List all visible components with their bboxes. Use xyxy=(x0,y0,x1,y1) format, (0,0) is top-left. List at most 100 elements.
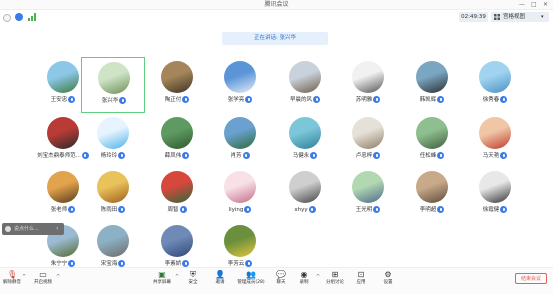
participant-tile[interactable]: 徐秀春 xyxy=(463,57,527,113)
participant-name-row: 张学亮 xyxy=(208,96,272,104)
participant-name: 周智 xyxy=(167,207,179,213)
participant-name: 杨玲玲 xyxy=(100,153,118,159)
mic-icon xyxy=(308,206,316,213)
participant-name-row: 任松峰 xyxy=(400,152,464,160)
emoji-icon[interactable] xyxy=(5,226,11,232)
participant-name: 徐霞健 xyxy=(482,207,500,213)
meeting-timer: 02:49:39 xyxy=(459,12,488,22)
close-icon[interactable]: ✕ xyxy=(543,0,548,9)
participant-name-row: 陈雨田 xyxy=(81,206,145,214)
mic-icon xyxy=(373,152,381,159)
participant-tile[interactable]: 张兴华 xyxy=(81,57,145,113)
video-options-caret[interactable]: ^ xyxy=(56,274,60,280)
manage-members-button[interactable]: 👥 管理成员(28) xyxy=(233,270,269,287)
participant-name: 张老师 xyxy=(50,207,68,213)
participant-name-row: liying xyxy=(208,206,272,214)
members-icon: 👥 xyxy=(246,270,256,279)
participant-name: xhyy xyxy=(294,207,308,213)
participant-tile[interactable]: 陈雨田 xyxy=(81,167,145,223)
maximize-icon[interactable]: □ xyxy=(531,0,537,9)
info-icon[interactable] xyxy=(3,14,11,22)
participant-name-row: 陶正付 xyxy=(145,96,209,104)
avatar xyxy=(224,171,256,203)
avatar xyxy=(161,171,193,203)
view-mode-button[interactable]: 宫格视图 ▾ xyxy=(491,12,549,22)
invite-button[interactable]: 👤 邀请 xyxy=(205,270,235,287)
avatar xyxy=(352,171,384,203)
participant-name: 王安忠 xyxy=(50,97,68,103)
mic-icon xyxy=(245,260,253,267)
minimize-icon[interactable]: — xyxy=(519,0,525,9)
avatar xyxy=(479,171,511,203)
participant-tile[interactable]: 陶正付 xyxy=(145,57,209,113)
participant-name: liying xyxy=(228,207,244,213)
avatar xyxy=(224,225,256,257)
mic-icon xyxy=(182,152,190,159)
participant-tile[interactable]: 王光明 xyxy=(336,167,400,223)
participant-name-row: 肖芳 xyxy=(208,152,272,160)
signal-icon[interactable] xyxy=(28,13,36,21)
participant-name: 王光明 xyxy=(355,207,373,213)
avatar xyxy=(161,225,193,257)
chevron-down-icon: ▾ xyxy=(541,14,544,20)
participant-tile[interactable]: 任松峰 xyxy=(400,113,464,169)
participant-tile[interactable]: 薛凤伟 xyxy=(145,113,209,169)
end-meeting-button[interactable]: 结束会议 xyxy=(515,273,547,284)
participant-tile[interactable]: xhyy xyxy=(273,167,337,223)
participant-name: 张学亮 xyxy=(227,97,245,103)
shield-icon[interactable] xyxy=(15,13,23,21)
mic-icon xyxy=(118,260,126,267)
participant-tile[interactable]: 卢忠梓 xyxy=(336,113,400,169)
avatar xyxy=(47,171,79,203)
participant-name: 李明超 xyxy=(419,207,437,213)
mute-options-caret[interactable]: ^ xyxy=(22,274,26,280)
chat-input[interactable]: 说点什么... ‹ xyxy=(2,223,64,235)
apps-button[interactable]: ⊡ 应用 xyxy=(346,270,376,287)
participant-name-row: 杨玲玲 xyxy=(81,152,145,160)
participant-name-row: 张兴华 xyxy=(82,97,146,105)
participant-tile[interactable]: 杨玲玲 xyxy=(81,113,145,169)
mic-icon xyxy=(244,206,252,213)
chevron-left-icon[interactable]: ‹ xyxy=(56,223,58,235)
participant-tile[interactable]: liying xyxy=(208,167,272,223)
participant-tile[interactable]: 苏明雅 xyxy=(336,57,400,113)
avatar xyxy=(47,61,79,93)
avatar xyxy=(479,61,511,93)
participant-name-row: xhyy xyxy=(273,206,337,214)
speaking-indicator: 正在讲话: 张兴华 xyxy=(222,32,328,45)
participant-tile[interactable]: 张学亮 xyxy=(208,57,272,113)
avatar xyxy=(97,117,129,149)
participant-name-row: 李明超 xyxy=(400,206,464,214)
settings-button[interactable]: ⚙ 设置 xyxy=(373,270,403,287)
participant-name-row: 卢忠梓 xyxy=(336,152,400,160)
participant-tile[interactable]: 徐霞健 xyxy=(463,167,527,223)
video-button[interactable]: ▭ 开启视频 xyxy=(28,270,58,287)
participant-tile[interactable]: 马天艳 xyxy=(463,113,527,169)
participant-tile[interactable]: 李明超 xyxy=(400,167,464,223)
participant-name-row: 马天艳 xyxy=(463,152,527,160)
participant-tile[interactable]: 周智 xyxy=(145,167,209,223)
participant-tile[interactable]: 肖芳 xyxy=(208,113,272,169)
record-button[interactable]: ◉ 录制 xyxy=(289,270,319,287)
mic-icon xyxy=(182,96,190,103)
mic-icon xyxy=(119,97,127,104)
participant-tile[interactable]: 韩凯辉 xyxy=(400,57,464,113)
share-screen-button[interactable]: ▣ 共享屏幕 xyxy=(147,270,177,287)
avatar xyxy=(289,117,321,149)
participant-name-row: 苏明雅 xyxy=(336,96,400,104)
record-icon: ◉ xyxy=(300,270,308,279)
mic-icon xyxy=(373,206,381,213)
chat-placeholder: 说点什么... xyxy=(14,226,39,232)
participant-tile[interactable]: 早晨的风 xyxy=(273,57,337,113)
mic-icon xyxy=(500,206,508,213)
avatar xyxy=(416,171,448,203)
avatar xyxy=(352,117,384,149)
avatar xyxy=(98,62,130,94)
avatar xyxy=(289,171,321,203)
participant-name: 卢忠梓 xyxy=(355,153,373,159)
mic-icon xyxy=(500,152,508,159)
security-button[interactable]: ⛨ 安全 xyxy=(178,270,208,287)
participant-name: 徐秀春 xyxy=(482,97,500,103)
avatar xyxy=(416,61,448,93)
participant-tile[interactable]: 马健永 xyxy=(273,113,337,169)
